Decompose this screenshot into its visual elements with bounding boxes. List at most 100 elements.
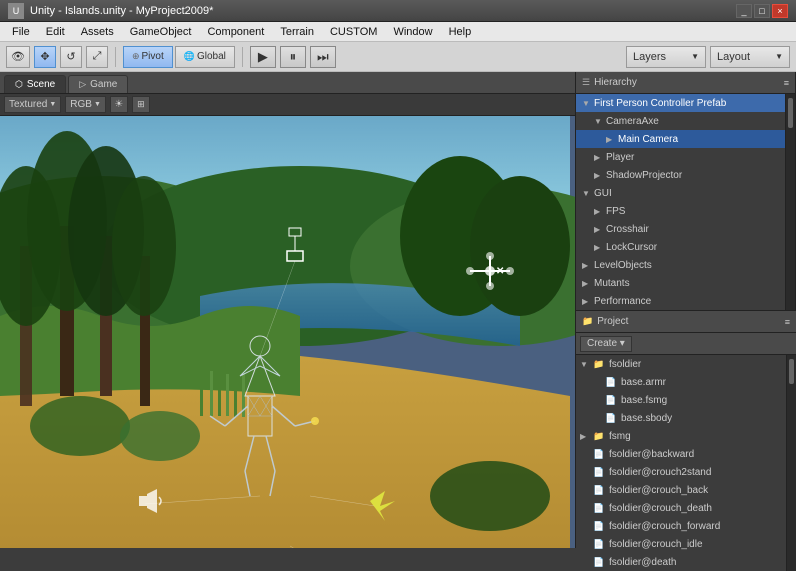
maximize-button[interactable]: □ <box>754 4 770 18</box>
channel-arrow-icon: ▼ <box>94 101 101 108</box>
menu-edit[interactable]: Edit <box>38 24 73 40</box>
hierarchy-panel: ☰ Hierarchy ≡ ▼First Person Controller P… <box>576 72 796 310</box>
project-item-label: fsoldier@backward <box>609 449 694 460</box>
hierarchy-item-mutants[interactable]: ▶Mutants <box>576 274 785 292</box>
project-item-label: fsoldier@crouch2stand <box>609 467 711 478</box>
project-item-label: fsoldier@crouch_death <box>609 503 712 514</box>
tool-move[interactable]: ✥ <box>34 46 56 68</box>
expand-arrow-icon[interactable]: ▶ <box>594 243 606 252</box>
project-item-label: fsmg <box>609 431 631 442</box>
hierarchy-item-label: Crosshair <box>606 224 649 235</box>
file-icon: 📄 <box>604 412 618 424</box>
hierarchy-list: ▼First Person Controller Prefab▼CameraAx… <box>576 94 785 310</box>
expand-arrow-icon[interactable]: ▶ <box>594 153 606 162</box>
scene-game-panel: ⬡ Scene ▷ Game Textured ▼ RGB ▼ ☀ ⊞ <box>0 72 576 548</box>
create-button[interactable]: Create ▾ <box>580 336 632 352</box>
hierarchy-item-performance[interactable]: ▶Performance <box>576 292 785 310</box>
project-item-fsoldier_death[interactable]: 📄fsoldier@death <box>576 553 786 571</box>
hierarchy-scrollbar[interactable] <box>785 94 795 310</box>
hierarchy-item-camaxe[interactable]: ▼CameraAxe <box>576 112 785 130</box>
scene-tab[interactable]: ⬡ Scene <box>4 75 66 93</box>
separator-2 <box>242 47 243 67</box>
project-item-fsoldier_back[interactable]: 📄fsoldier@backward <box>576 445 786 463</box>
hierarchy-item-fps[interactable]: ▶FPS <box>576 202 785 220</box>
tool-scale[interactable]: ⤢ <box>86 46 108 68</box>
pivot-button[interactable]: ⊕ Pivot <box>123 46 173 68</box>
project-item-basesbody[interactable]: 📄base.sbody <box>576 409 786 427</box>
scene-2d-btn[interactable]: ⊞ <box>132 96 150 113</box>
file-icon: 📄 <box>604 394 618 406</box>
scene-light-btn[interactable]: ☀ <box>110 96 128 113</box>
step-button[interactable]: ⏭ <box>310 46 336 68</box>
scene-toolbar: Textured ▼ RGB ▼ ☀ ⊞ <box>0 94 575 116</box>
layers-dropdown[interactable]: Layers ▼ <box>626 46 706 68</box>
hierarchy-item-lockcursor[interactable]: ▶LockCursor <box>576 238 785 256</box>
titlebar: U Unity - Islands.unity - MyProject2009*… <box>0 0 796 22</box>
expand-arrow-icon[interactable]: ▶ <box>582 261 594 270</box>
shading-dropdown[interactable]: Textured ▼ <box>4 96 61 113</box>
project-item-basearmr[interactable]: 📄base.armr <box>576 373 786 391</box>
project-content-area: ▼📁fsoldier📄base.armr📄base.fsmg📄base.sbod… <box>576 355 796 571</box>
expand-arrow-icon[interactable]: ▶ <box>582 279 594 288</box>
channel-dropdown[interactable]: RGB ▼ <box>65 96 106 113</box>
hierarchy-item-label: LevelObjects <box>594 260 652 271</box>
project-scroll-thumb[interactable] <box>789 359 794 384</box>
expand-arrow-icon[interactable]: ▼ <box>582 99 594 108</box>
menu-assets[interactable]: Assets <box>73 24 122 40</box>
tool-rotate[interactable]: ↺ <box>60 46 82 68</box>
hierarchy-item-shadowproj[interactable]: ▶ShadowProjector <box>576 166 785 184</box>
hierarchy-item-levelobjects[interactable]: ▶LevelObjects <box>576 256 785 274</box>
scene-viewport[interactable]: ✕ <box>0 116 575 548</box>
app-icon: U <box>8 3 24 19</box>
expand-arrow-icon[interactable]: ▼ <box>582 189 594 198</box>
minimize-button[interactable]: _ <box>736 4 752 18</box>
menu-terrain[interactable]: Terrain <box>272 24 322 40</box>
hierarchy-item-maincam[interactable]: ▶Main Camera <box>576 130 785 148</box>
expand-arrow-icon[interactable]: ▶ <box>594 225 606 234</box>
menu-window[interactable]: Window <box>385 24 440 40</box>
menu-file[interactable]: File <box>4 24 38 40</box>
hierarchy-header-icon: ☰ <box>582 77 590 88</box>
project-scrollbar[interactable] <box>786 355 796 571</box>
hierarchy-item-player[interactable]: ▶Player <box>576 148 785 166</box>
expand-arrow-icon[interactable]: ▶ <box>594 171 606 180</box>
hierarchy-scroll-thumb[interactable] <box>788 98 793 128</box>
project-item-fsoldier_crouch_idle[interactable]: 📄fsoldier@crouch_idle <box>576 535 786 553</box>
project-item-fsmg[interactable]: ▶📁fsmg <box>576 427 786 445</box>
menu-help[interactable]: Help <box>441 24 480 40</box>
global-button[interactable]: 🌐 Global <box>175 46 235 68</box>
project-item-fsoldier[interactable]: ▼📁fsoldier <box>576 355 786 373</box>
hierarchy-item-crosshair[interactable]: ▶Crosshair <box>576 220 785 238</box>
project-item-fsoldier_crouch_back[interactable]: 📄fsoldier@crouch_back <box>576 481 786 499</box>
project-menu-icon[interactable]: ≡ <box>785 317 790 327</box>
expand-arrow-icon[interactable]: ▶ <box>594 207 606 216</box>
project-item-fsoldier_crouch2stand[interactable]: 📄fsoldier@crouch2stand <box>576 463 786 481</box>
pivot-global-toggle: ⊕ Pivot 🌐 Global <box>123 46 235 68</box>
game-tab[interactable]: ▷ Game <box>68 75 128 93</box>
expand-arrow-icon[interactable]: ▶ <box>582 297 594 306</box>
menu-gameobject[interactable]: GameObject <box>122 24 200 40</box>
layers-layout-group: Layers ▼ Layout ▼ <box>626 46 790 68</box>
tool-eye[interactable]: 👁 <box>6 46 30 68</box>
layers-arrow-icon: ▼ <box>691 52 699 61</box>
project-item-basefsmg[interactable]: 📄base.fsmg <box>576 391 786 409</box>
project-item-fsoldier_crouch_death[interactable]: 📄fsoldier@crouch_death <box>576 499 786 517</box>
file-icon: 📄 <box>592 448 606 460</box>
hierarchy-menu-icon[interactable]: ≡ <box>784 78 789 88</box>
hierarchy-item-gui[interactable]: ▼GUI <box>576 184 785 202</box>
menu-custom[interactable]: CUSTOM <box>322 24 385 40</box>
hierarchy-item-fpc[interactable]: ▼First Person Controller Prefab <box>576 94 785 112</box>
expand-arrow-icon[interactable]: ▶ <box>606 135 618 144</box>
layout-dropdown[interactable]: Layout ▼ <box>710 46 790 68</box>
play-button[interactable]: ▶ <box>250 46 276 68</box>
project-item-fsoldier_crouch_forward[interactable]: 📄fsoldier@crouch_forward <box>576 517 786 535</box>
hierarchy-item-label: First Person Controller Prefab <box>594 98 726 109</box>
close-button[interactable]: × <box>772 4 788 18</box>
window-controls[interactable]: _ □ × <box>736 4 788 18</box>
expand-arrow-icon[interactable]: ▼ <box>594 117 606 126</box>
pause-button[interactable]: ⏸ <box>280 46 306 68</box>
menu-component[interactable]: Component <box>199 24 272 40</box>
project-item-label: base.armr <box>621 377 666 388</box>
file-icon: 📄 <box>592 466 606 478</box>
titlebar-title: Unity - Islands.unity - MyProject2009* <box>30 5 213 17</box>
